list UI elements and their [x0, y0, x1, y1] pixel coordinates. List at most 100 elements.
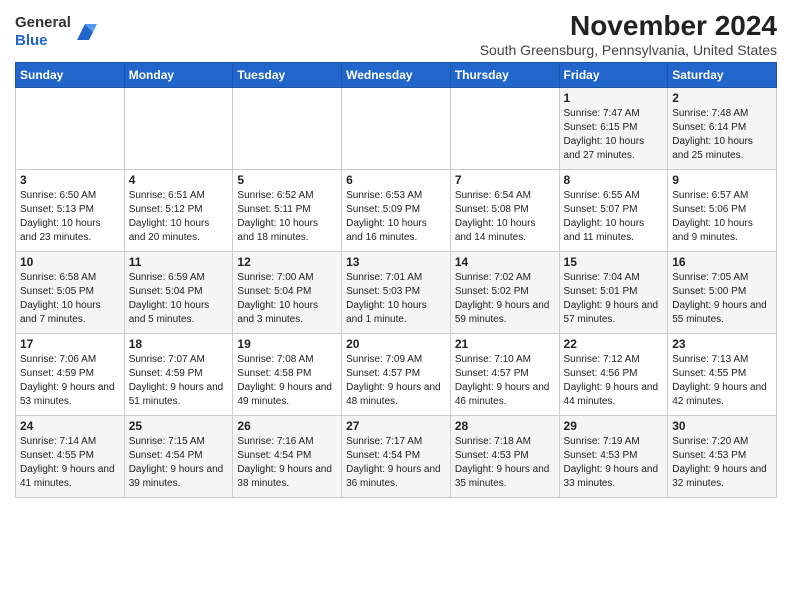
col-tuesday: Tuesday [233, 63, 342, 88]
cell-w5-d1: 24 Sunrise: 7:14 AM Sunset: 4:55 PM Dayli… [16, 416, 125, 498]
col-wednesday: Wednesday [342, 63, 451, 88]
day-info: Sunrise: 6:59 AM Sunset: 5:04 PM Dayligh… [129, 271, 229, 327]
day-info: Sunrise: 7:20 AM Sunset: 4:53 PM Dayligh… [672, 435, 772, 491]
cell-w4-d1: 17 Sunrise: 7:06 AM Sunset: 4:59 PM Dayli… [16, 334, 125, 416]
title-area: November 2024 South Greensburg, Pennsylv… [480, 10, 777, 58]
week-row-2: 3Sunrise: 6:50 AM Sunset: 5:13 PM Daylig… [16, 170, 777, 252]
cell-w1-d2 [124, 88, 233, 170]
day-info: Sunrise: 6:50 AM Sunset: 5:13 PM Dayligh… [20, 189, 120, 245]
cell-w3-d2: 11 Sunrise: 6:59 AM Sunset: 5:04 PM Dayli… [124, 252, 233, 334]
day-number: 15 [564, 255, 664, 269]
cell-w3-d5: 14 Sunrise: 7:02 AM Sunset: 5:02 PM Dayli… [450, 252, 559, 334]
day-number: 30 [672, 419, 772, 433]
cell-w5-d6: 29 Sunrise: 7:19 AM Sunset: 4:53 PM Dayli… [559, 416, 668, 498]
logo-general: General [15, 14, 71, 31]
week-row-1: 1 Sunrise: 7:47 AM Sunset: 6:15 PM Daylig… [16, 88, 777, 170]
cell-w1-d3 [233, 88, 342, 170]
day-number: 4 [129, 173, 229, 187]
cell-w2-d2: 4 Sunrise: 6:51 AM Sunset: 5:12 PM Daylig… [124, 170, 233, 252]
header-area: General Blue November 2024 South Greensb… [15, 10, 777, 58]
cell-w1-d7: 2 Sunrise: 7:48 AM Sunset: 6:14 PM Daylig… [668, 88, 777, 170]
day-info: Sunrise: 7:04 AM Sunset: 5:01 PM Dayligh… [564, 271, 664, 327]
calendar-container: General Blue November 2024 South Greensb… [0, 0, 792, 503]
cell-w1-d5 [450, 88, 559, 170]
day-number: 25 [129, 419, 229, 433]
day-number: 28 [455, 419, 555, 433]
day-info: Sunrise: 7:06 AM Sunset: 4:59 PM Dayligh… [20, 353, 120, 409]
day-number: 22 [564, 337, 664, 351]
cell-w4-d3: 19 Sunrise: 7:08 AM Sunset: 4:58 PM Dayli… [233, 334, 342, 416]
cell-w3-d3: 12 Sunrise: 7:00 AM Sunset: 5:04 PM Dayli… [233, 252, 342, 334]
day-number: 8 [564, 173, 664, 187]
day-number: 24 [20, 419, 120, 433]
day-number: 14 [455, 255, 555, 269]
day-info: Sunrise: 7:02 AM Sunset: 5:02 PM Dayligh… [455, 271, 555, 327]
day-info: Sunrise: 7:18 AM Sunset: 4:53 PM Dayligh… [455, 435, 555, 491]
col-saturday: Saturday [668, 63, 777, 88]
cell-w4-d7: 23 Sunrise: 7:13 AM Sunset: 4:55 PM Dayli… [668, 334, 777, 416]
day-info: Sunrise: 7:13 AM Sunset: 4:55 PM Dayligh… [672, 353, 772, 409]
day-info: Sunrise: 7:12 AM Sunset: 4:56 PM Dayligh… [564, 353, 664, 409]
day-info: Sunrise: 6:51 AM Sunset: 5:12 PM Dayligh… [129, 189, 229, 245]
cell-w2-d1: 3Sunrise: 6:50 AM Sunset: 5:13 PM Daylig… [16, 170, 125, 252]
day-info: Sunrise: 7:48 AM Sunset: 6:14 PM Dayligh… [672, 107, 772, 163]
day-info: Sunrise: 7:19 AM Sunset: 4:53 PM Dayligh… [564, 435, 664, 491]
day-number: 13 [346, 255, 446, 269]
day-number: 16 [672, 255, 772, 269]
cell-w2-d3: 5Sunrise: 6:52 AM Sunset: 5:11 PM Daylig… [233, 170, 342, 252]
calendar-header: Sunday Monday Tuesday Wednesday Thursday… [16, 63, 777, 88]
day-number: 17 [20, 337, 120, 351]
cell-w1-d1 [16, 88, 125, 170]
cell-w5-d5: 28 Sunrise: 7:18 AM Sunset: 4:53 PM Dayli… [450, 416, 559, 498]
col-monday: Monday [124, 63, 233, 88]
day-number: 7 [455, 173, 555, 187]
day-number: 6 [346, 173, 446, 187]
col-sunday: Sunday [16, 63, 125, 88]
cell-w2-d6: 8 Sunrise: 6:55 AM Sunset: 5:07 PM Daylig… [559, 170, 668, 252]
day-number: 29 [564, 419, 664, 433]
day-number: 2 [672, 91, 772, 105]
day-info: Sunrise: 6:57 AM Sunset: 5:06 PM Dayligh… [672, 189, 772, 245]
logo-blue: Blue [15, 32, 48, 49]
day-info: Sunrise: 7:07 AM Sunset: 4:59 PM Dayligh… [129, 353, 229, 409]
day-info: Sunrise: 6:54 AM Sunset: 5:08 PM Dayligh… [455, 189, 555, 245]
logo-text: General Blue [15, 14, 71, 50]
month-title: November 2024 [480, 10, 777, 42]
day-info: Sunrise: 7:14 AM Sunset: 4:55 PM Dayligh… [20, 435, 120, 491]
cell-w5-d3: 26 Sunrise: 7:16 AM Sunset: 4:54 PM Dayli… [233, 416, 342, 498]
day-info: Sunrise: 7:08 AM Sunset: 4:58 PM Dayligh… [237, 353, 337, 409]
day-info: Sunrise: 6:53 AM Sunset: 5:09 PM Dayligh… [346, 189, 446, 245]
day-number: 23 [672, 337, 772, 351]
cell-w3-d7: 16 Sunrise: 7:05 AM Sunset: 5:00 PM Dayli… [668, 252, 777, 334]
day-number: 27 [346, 419, 446, 433]
cell-w3-d6: 15 Sunrise: 7:04 AM Sunset: 5:01 PM Dayli… [559, 252, 668, 334]
day-number: 19 [237, 337, 337, 351]
day-number: 10 [20, 255, 120, 269]
day-info: Sunrise: 7:01 AM Sunset: 5:03 PM Dayligh… [346, 271, 446, 327]
cell-w2-d4: 6 Sunrise: 6:53 AM Sunset: 5:09 PM Daylig… [342, 170, 451, 252]
day-info: Sunrise: 7:16 AM Sunset: 4:54 PM Dayligh… [237, 435, 337, 491]
day-number: 18 [129, 337, 229, 351]
calendar-table: Sunday Monday Tuesday Wednesday Thursday… [15, 62, 777, 498]
day-info: Sunrise: 7:05 AM Sunset: 5:00 PM Dayligh… [672, 271, 772, 327]
logo: General Blue [15, 14, 97, 50]
day-info: Sunrise: 7:10 AM Sunset: 4:57 PM Dayligh… [455, 353, 555, 409]
day-number: 26 [237, 419, 337, 433]
day-number: 5 [237, 173, 337, 187]
day-number: 1 [564, 91, 664, 105]
cell-w3-d1: 10 Sunrise: 6:58 AM Sunset: 5:05 PM Dayli… [16, 252, 125, 334]
cell-w5-d7: 30 Sunrise: 7:20 AM Sunset: 4:53 PM Dayli… [668, 416, 777, 498]
day-info: Sunrise: 6:55 AM Sunset: 5:07 PM Dayligh… [564, 189, 664, 245]
day-info: Sunrise: 6:58 AM Sunset: 5:05 PM Dayligh… [20, 271, 120, 327]
day-number: 12 [237, 255, 337, 269]
cell-w4-d4: 20Sunrise: 7:09 AM Sunset: 4:57 PM Dayli… [342, 334, 451, 416]
day-info: Sunrise: 7:00 AM Sunset: 5:04 PM Dayligh… [237, 271, 337, 327]
cell-w4-d6: 22 Sunrise: 7:12 AM Sunset: 4:56 PM Dayli… [559, 334, 668, 416]
day-info: Sunrise: 7:09 AM Sunset: 4:57 PM Dayligh… [346, 353, 446, 409]
day-number: 11 [129, 255, 229, 269]
day-info: Sunrise: 7:15 AM Sunset: 4:54 PM Dayligh… [129, 435, 229, 491]
col-friday: Friday [559, 63, 668, 88]
cell-w4-d5: 21Sunrise: 7:10 AM Sunset: 4:57 PM Dayli… [450, 334, 559, 416]
day-info: Sunrise: 7:47 AM Sunset: 6:15 PM Dayligh… [564, 107, 664, 163]
cell-w1-d4 [342, 88, 451, 170]
